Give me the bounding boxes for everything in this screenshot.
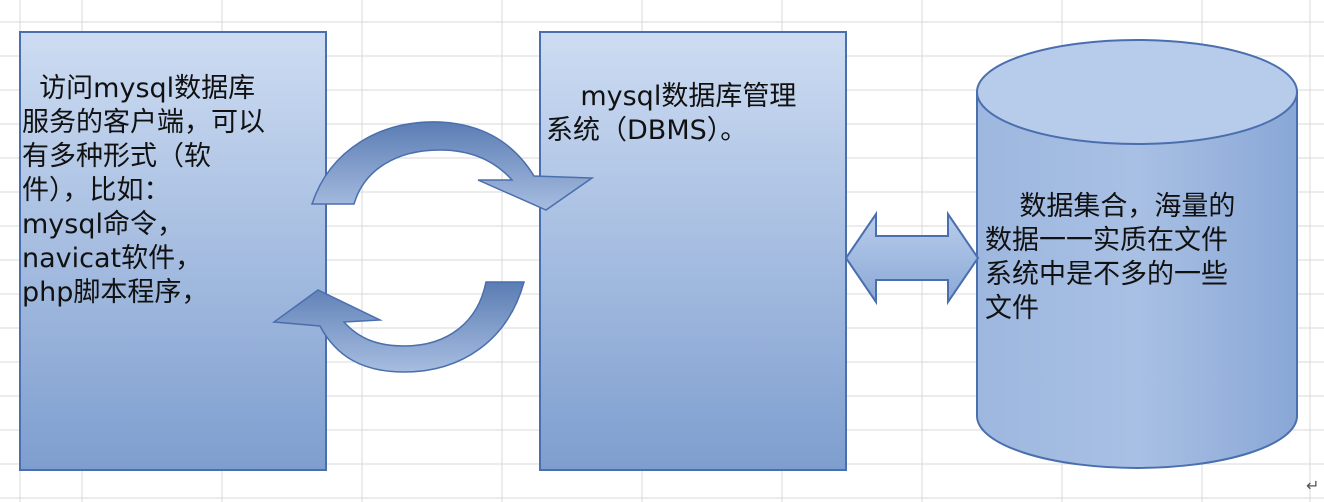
data-cylinder-line: 数据集合，海量的	[985, 191, 1236, 222]
client-box-line: 服务的客户端，可以	[22, 107, 265, 138]
data-cylinder-line: 数据一一实质在文件	[985, 225, 1228, 256]
dbms-box-text: mysql数据库管理 系统（DBMS）。	[546, 80, 846, 148]
client-box-line: 有多种形式（软	[22, 141, 211, 172]
client-box-line: mysql命令，	[22, 209, 184, 240]
dbms-box-line: 系统（DBMS）。	[546, 115, 748, 146]
client-box-line: php脚本程序，	[22, 277, 209, 308]
client-box-line: navicat软件，	[22, 243, 203, 274]
data-cylinder-line: 系统中是不多的一些	[985, 259, 1228, 290]
client-box-text: 访问mysql数据库 服务的客户端，可以 有多种形式（软 件），比如： mysql命令，…	[22, 72, 322, 310]
client-box-line: 件），比如：	[22, 175, 171, 206]
data-cylinder-text: 数据集合，海量的 数据一一实质在文件 系统中是不多的一些 文件	[985, 190, 1295, 326]
double-arrow-icon	[844, 210, 980, 306]
data-cylinder-line: 文件	[985, 293, 1039, 324]
return-arrow-icon: ↵	[1306, 476, 1320, 495]
dbms-box-line: mysql数据库管理	[546, 81, 797, 112]
client-box-line: 访问mysql数据库	[22, 73, 256, 104]
